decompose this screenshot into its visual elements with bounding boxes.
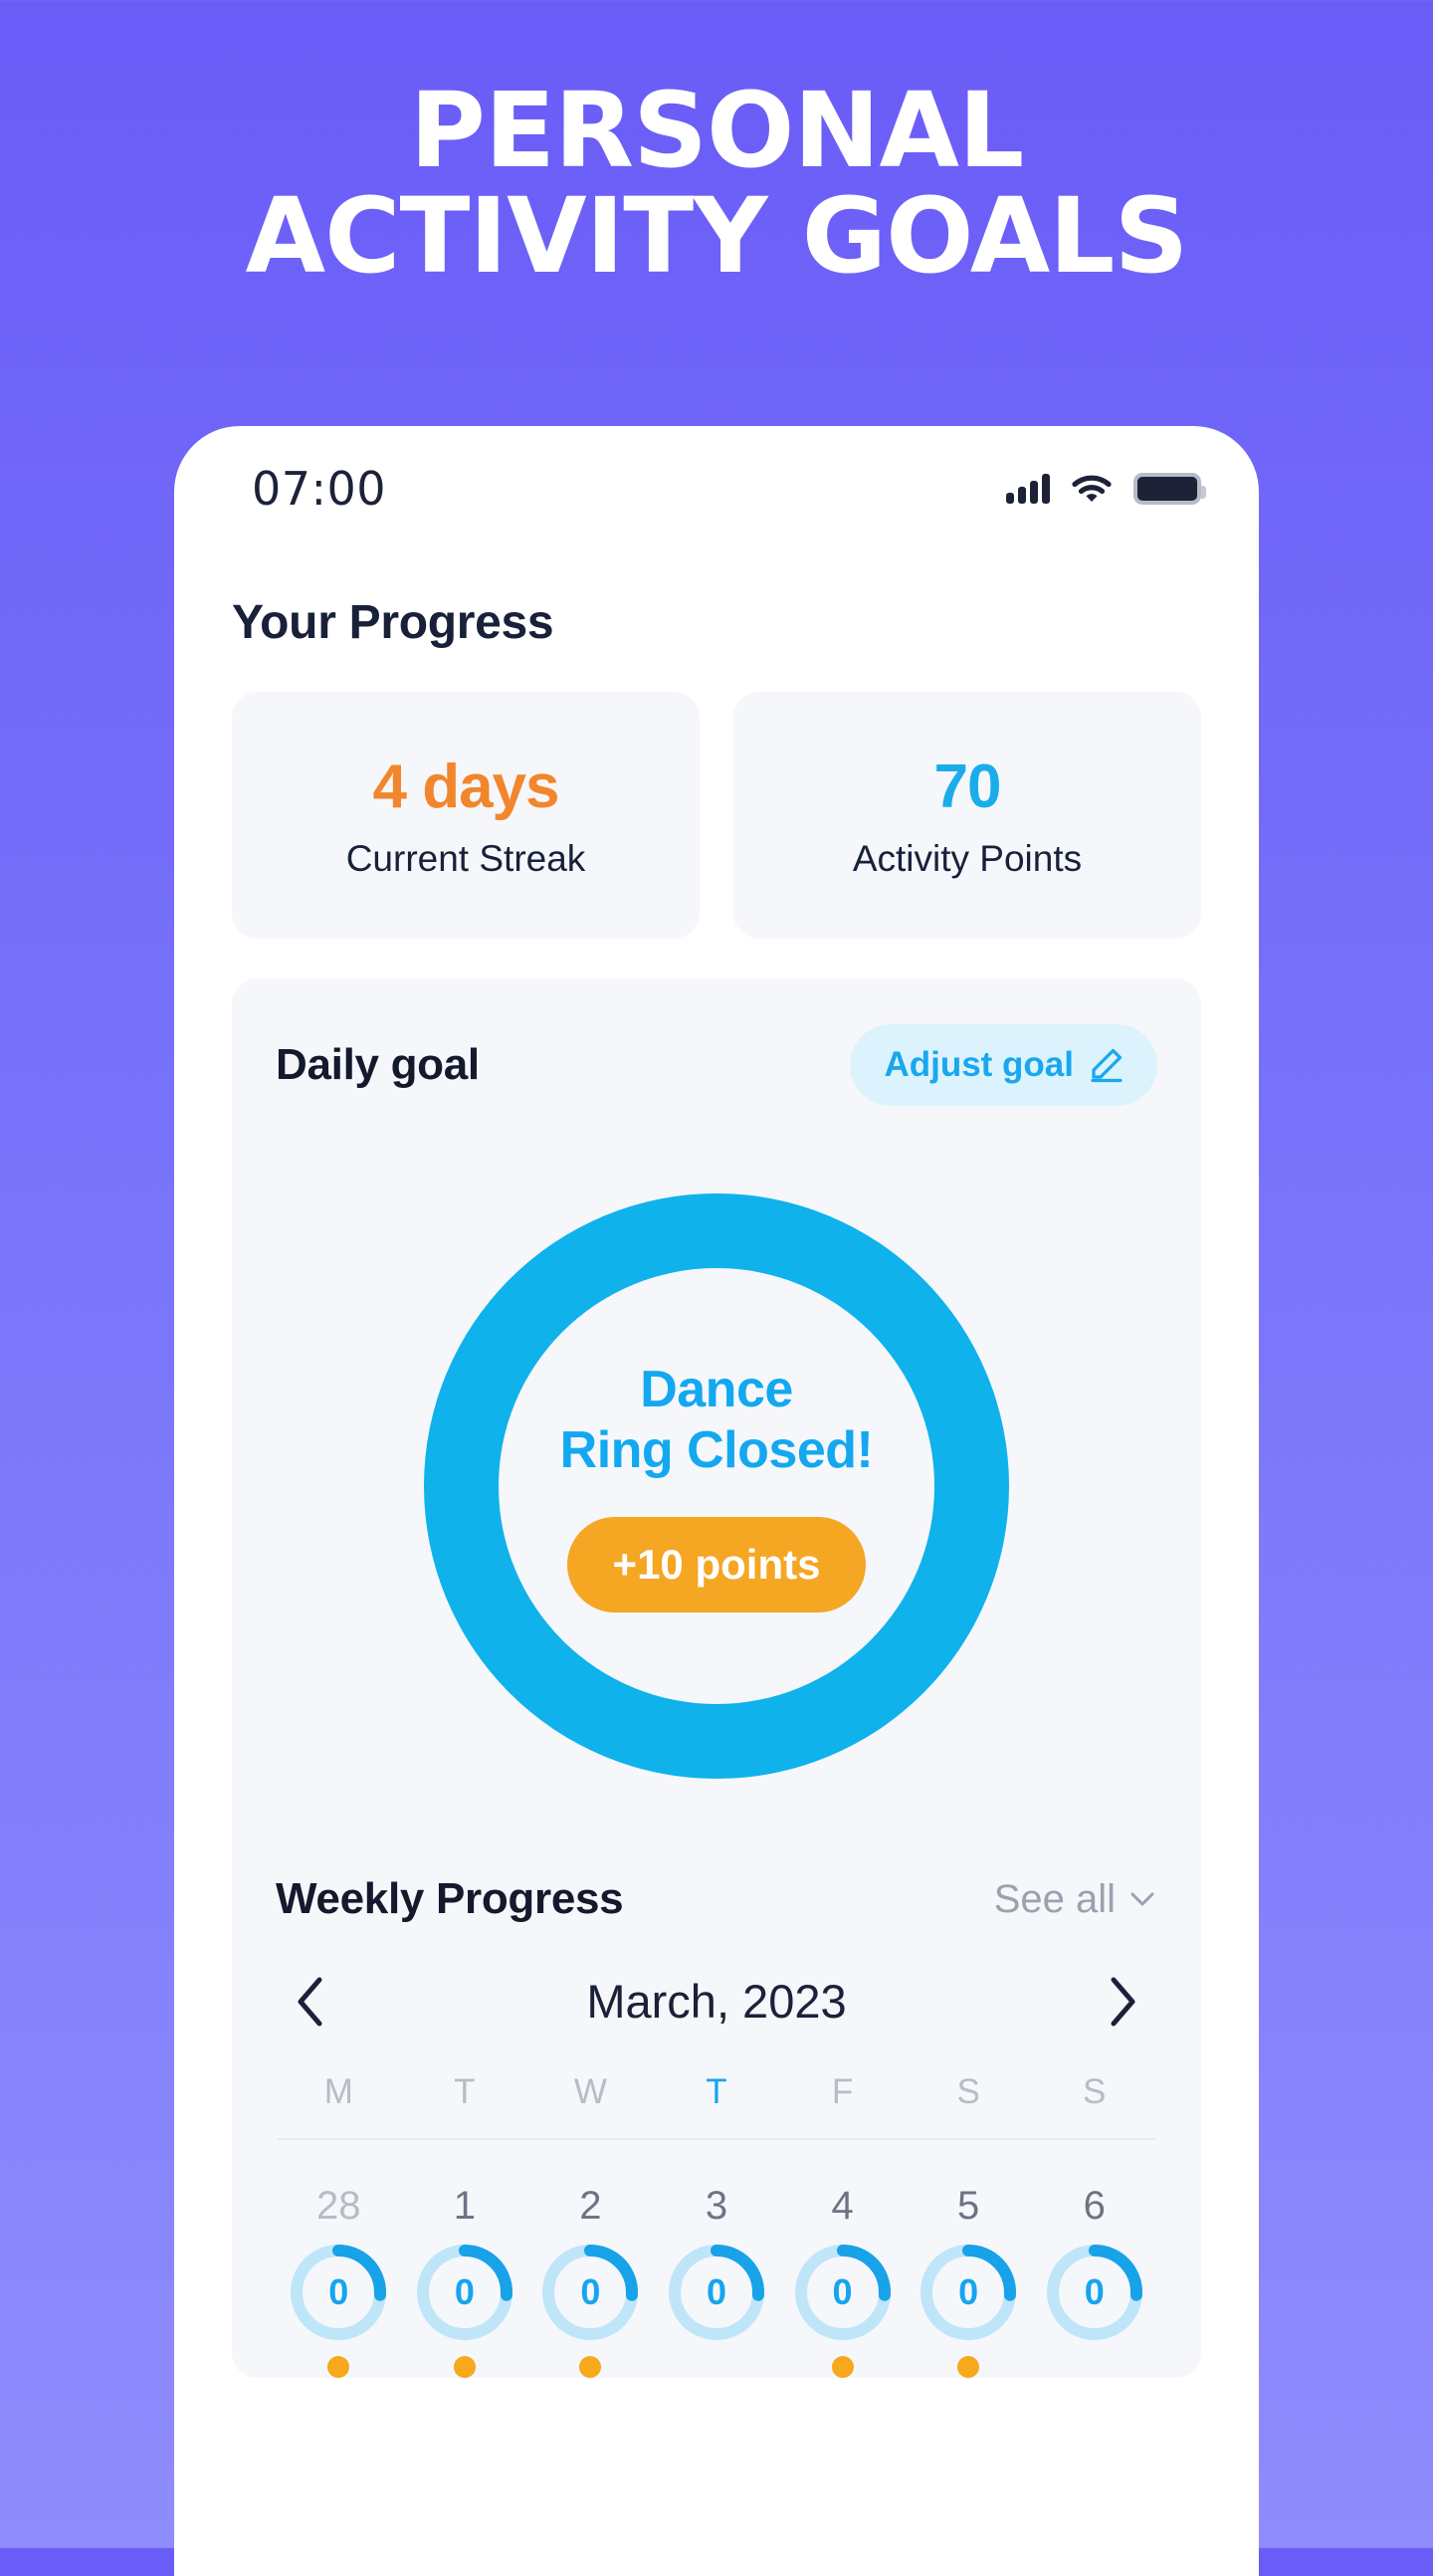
calendar-day-ring: 0 bbox=[919, 2243, 1018, 2342]
points-value: 70 bbox=[933, 751, 1002, 821]
calendar-divider bbox=[278, 2138, 1155, 2140]
calendar-day-cell[interactable]: 28 0 bbox=[276, 2184, 402, 2378]
calendar-day-cell[interactable]: 30 bbox=[654, 2184, 780, 2378]
calendar-day-cell[interactable]: 10 bbox=[402, 2184, 528, 2378]
calendar-day-ring: 0 bbox=[667, 2243, 766, 2342]
calendar-weekday-row: MTWTFSS bbox=[276, 2072, 1157, 2138]
calendar-day-ring: 0 bbox=[1045, 2243, 1144, 2342]
calendar-day-number: 2 bbox=[579, 2184, 602, 2228]
calendar-days-row: 28 0 1 0 2 0 3 0 4 0 5 0 6 0 bbox=[276, 2184, 1157, 2378]
streak-label: Current Streak bbox=[345, 837, 586, 879]
status-bar: 07:00 bbox=[174, 426, 1259, 534]
adjust-goal-button[interactable]: Adjust goal bbox=[850, 1024, 1157, 1106]
daily-goal-ring-wrap: Dance Ring Closed! +10 points bbox=[276, 1193, 1157, 1779]
calendar-day-number: 4 bbox=[831, 2184, 854, 2228]
weekday-label-2: W bbox=[573, 2072, 607, 2111]
weekday-label-3: T bbox=[706, 2072, 727, 2111]
calendar-day-value: 0 bbox=[1084, 2271, 1105, 2312]
daily-goal-ring-inner: Dance Ring Closed! +10 points bbox=[499, 1268, 934, 1704]
status-time: 07:00 bbox=[252, 462, 387, 516]
calendar-day-value: 0 bbox=[958, 2271, 979, 2312]
weekday-label-5: S bbox=[956, 2072, 980, 2111]
adjust-goal-label: Adjust goal bbox=[884, 1045, 1074, 1084]
calendar-day-number: 1 bbox=[453, 2184, 476, 2228]
chevron-left-icon[interactable] bbox=[290, 1975, 331, 2029]
weekly-progress-header: Weekly Progress See all bbox=[276, 1874, 1157, 1928]
stat-card-streak[interactable]: 4 days Current Streak bbox=[232, 692, 700, 939]
calendar-day-dot bbox=[453, 2356, 476, 2378]
calendar-day-ring: 0 bbox=[415, 2243, 514, 2342]
phone-mockup: 07:00 Your Progress 4 days Current Strea… bbox=[174, 426, 1259, 2576]
weekday-label-4: F bbox=[831, 2072, 854, 2111]
calendar-day-value: 0 bbox=[580, 2271, 601, 2312]
weekday-label-0: M bbox=[323, 2072, 353, 2111]
status-icons bbox=[1006, 473, 1206, 505]
stats-row: 4 days Current Streak 70 Activity Points bbox=[232, 692, 1201, 939]
app-screen: Your Progress 4 days Current Streak 70 A… bbox=[174, 595, 1259, 2378]
hero-banner: PERSONAL ACTIVITY GOALS bbox=[0, 0, 1433, 289]
calendar-day-cell[interactable]: 60 bbox=[1031, 2184, 1157, 2378]
hero-line-2: ACTIVITY GOALS bbox=[245, 175, 1189, 298]
see-all-label: See all bbox=[993, 1876, 1116, 1921]
calendar-day-value: 0 bbox=[328, 2271, 349, 2312]
calendar-day-value: 0 bbox=[454, 2271, 475, 2312]
daily-goal-ring[interactable]: Dance Ring Closed! +10 points bbox=[424, 1193, 1009, 1779]
calendar-day-cell[interactable]: 20 bbox=[527, 2184, 654, 2378]
pencil-edit-icon bbox=[1091, 1048, 1123, 1083]
ring-message-line-2: Ring Closed! bbox=[559, 1421, 874, 1479]
chevron-right-icon[interactable] bbox=[1102, 1975, 1143, 2029]
wifi-icon bbox=[1072, 475, 1112, 502]
points-label: Activity Points bbox=[852, 837, 1083, 879]
calendar-day-dot bbox=[957, 2356, 980, 2378]
calendar-day-dot bbox=[831, 2356, 854, 2378]
weekday-label-1: T bbox=[454, 2072, 476, 2111]
daily-goal-title: Daily goal bbox=[276, 1040, 480, 1089]
month-label: March, 2023 bbox=[586, 1975, 847, 2028]
calendar-day-number: 5 bbox=[957, 2184, 980, 2228]
calendar-day-number: 6 bbox=[1083, 2184, 1106, 2228]
battery-full-icon bbox=[1133, 473, 1206, 505]
calendar-day-value: 0 bbox=[706, 2271, 726, 2312]
daily-goal-card: Daily goal Adjust goal Dance Ring Closed… bbox=[232, 978, 1201, 2378]
points-earned-badge: +10 points bbox=[566, 1517, 867, 1613]
month-navigator: March, 2023 bbox=[276, 1974, 1157, 2029]
streak-value: 4 days bbox=[372, 751, 559, 821]
weekly-progress-title: Weekly Progress bbox=[276, 1874, 624, 1923]
weekday-label-6: S bbox=[1083, 2072, 1107, 2111]
page-title: PERSONAL ACTIVITY GOALS bbox=[0, 78, 1433, 289]
calendar-day-number: 28 bbox=[316, 2184, 361, 2228]
ring-message-line-1: Dance bbox=[640, 1360, 793, 1418]
calendar-day-ring: 0 bbox=[540, 2243, 640, 2342]
stat-card-points[interactable]: 70 Activity Points bbox=[733, 692, 1201, 939]
see-all-button[interactable]: See all bbox=[994, 1877, 1157, 1922]
cellular-signal-icon bbox=[1006, 474, 1050, 504]
calendar-day-cell[interactable]: 50 bbox=[906, 2184, 1032, 2378]
calendar-day-value: 0 bbox=[832, 2271, 853, 2312]
calendar-day-ring: 0 bbox=[289, 2243, 388, 2342]
hero-line-1: PERSONAL bbox=[409, 70, 1024, 191]
calendar-day-dot bbox=[327, 2356, 350, 2378]
calendar-day-ring: 0 bbox=[793, 2243, 893, 2342]
ring-message: Dance Ring Closed! bbox=[560, 1360, 874, 1482]
chevron-down-icon bbox=[1130, 1892, 1154, 1906]
calendar-day-number: 3 bbox=[705, 2184, 728, 2228]
calendar-day-cell[interactable]: 40 bbox=[779, 2184, 906, 2378]
your-progress-title: Your Progress bbox=[232, 596, 554, 649]
calendar-day-dot bbox=[579, 2356, 602, 2378]
daily-goal-header: Daily goal Adjust goal bbox=[276, 1024, 1157, 1106]
